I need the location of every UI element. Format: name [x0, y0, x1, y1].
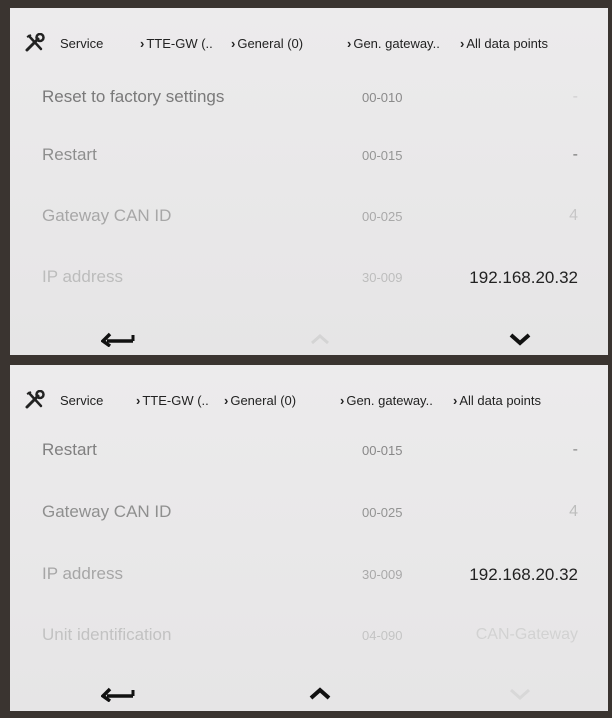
nav-footer: [10, 324, 608, 354]
breadcrumb: Service › TTE-GW (.. › General (0) › Gen. g…: [10, 28, 608, 58]
back-arrow-icon[interactable]: [98, 324, 138, 354]
list-item-ip-address[interactable]: IP address 30-009 192.168.20.32: [10, 258, 608, 298]
nav-footer: [10, 679, 608, 709]
screen-top: Service › TTE-GW (.. › General (0) › Gen. g…: [10, 8, 608, 355]
chevron-right-icon: ›: [347, 36, 352, 51]
back-arrow-icon[interactable]: [98, 679, 138, 709]
crumb-general[interactable]: › General (0): [224, 393, 296, 408]
tools-icon: [24, 389, 48, 413]
row-code: 04-090: [362, 628, 403, 643]
chevron-right-icon: ›: [140, 36, 145, 51]
row-code: 30-009: [362, 567, 403, 582]
crumb-all-data-points[interactable]: › All data points: [453, 393, 541, 408]
row-value: 4: [569, 207, 578, 224]
screen-bottom: Service › TTE-GW (.. › General (0) › Gen. g…: [10, 365, 608, 711]
tools-icon: [24, 32, 48, 56]
chevron-right-icon: ›: [136, 393, 141, 408]
row-code: 00-010: [362, 90, 403, 105]
row-value: 192.168.20.32: [469, 565, 578, 584]
row-code: 00-015: [362, 148, 403, 163]
list-item-restart[interactable]: Restart 00-015 -: [10, 136, 608, 176]
crumb-service[interactable]: Service: [60, 36, 103, 51]
crumb-gen-gateway[interactable]: › Gen. gateway..: [340, 393, 433, 408]
row-value: 192.168.20.32: [469, 268, 578, 287]
row-code: 00-015: [362, 443, 403, 458]
row-label: Restart: [42, 440, 97, 459]
chevron-down-icon[interactable]: [500, 324, 540, 354]
list-item-unit-identification[interactable]: Unit identification 04-090 CAN-Gateway: [10, 616, 608, 656]
breadcrumb: Service › TTE-GW (.. › General (0) › Gen. g…: [10, 385, 608, 415]
crumb-gen-gateway[interactable]: › Gen. gateway..: [347, 36, 440, 51]
row-label: Gateway CAN ID: [42, 206, 172, 225]
row-value: CAN-Gateway: [475, 626, 578, 643]
row-code: 00-025: [362, 209, 403, 224]
chevron-right-icon: ›: [340, 393, 345, 408]
row-label: Gateway CAN ID: [42, 502, 172, 521]
row-code: 30-009: [362, 270, 403, 285]
crumb-device[interactable]: › TTE-GW (..: [136, 393, 209, 408]
crumb-device[interactable]: › TTE-GW (..: [140, 36, 213, 51]
list-item-restart[interactable]: Restart 00-015 -: [10, 431, 608, 471]
row-label: IP address: [42, 267, 123, 286]
row-label: Unit identification: [42, 625, 172, 644]
chevron-up-icon[interactable]: [300, 679, 340, 709]
chevron-right-icon: ›: [460, 36, 465, 51]
list-item-reset-factory[interactable]: Reset to factory settings 00-010 -: [10, 78, 608, 118]
list-item-ip-address[interactable]: IP address 30-009 192.168.20.32: [10, 555, 608, 595]
row-label: IP address: [42, 564, 123, 583]
row-code: 00-025: [362, 505, 403, 520]
crumb-service[interactable]: Service: [60, 393, 103, 408]
row-value: -: [572, 88, 578, 105]
row-label: Reset to factory settings: [42, 87, 225, 106]
crumb-all-data-points[interactable]: › All data points: [460, 36, 548, 51]
row-value: 4: [569, 503, 578, 520]
crumb-general[interactable]: › General (0): [231, 36, 303, 51]
chevron-down-icon[interactable]: [500, 679, 540, 709]
row-value: -: [572, 146, 578, 163]
list-item-gateway-can-id[interactable]: Gateway CAN ID 00-025 4: [10, 493, 608, 533]
list-item-gateway-can-id[interactable]: Gateway CAN ID 00-025 4: [10, 197, 608, 237]
row-value: -: [572, 441, 578, 458]
row-label: Restart: [42, 145, 97, 164]
chevron-up-icon[interactable]: [300, 324, 340, 354]
chevron-right-icon: ›: [453, 393, 458, 408]
chevron-right-icon: ›: [224, 393, 229, 408]
chevron-right-icon: ›: [231, 36, 236, 51]
